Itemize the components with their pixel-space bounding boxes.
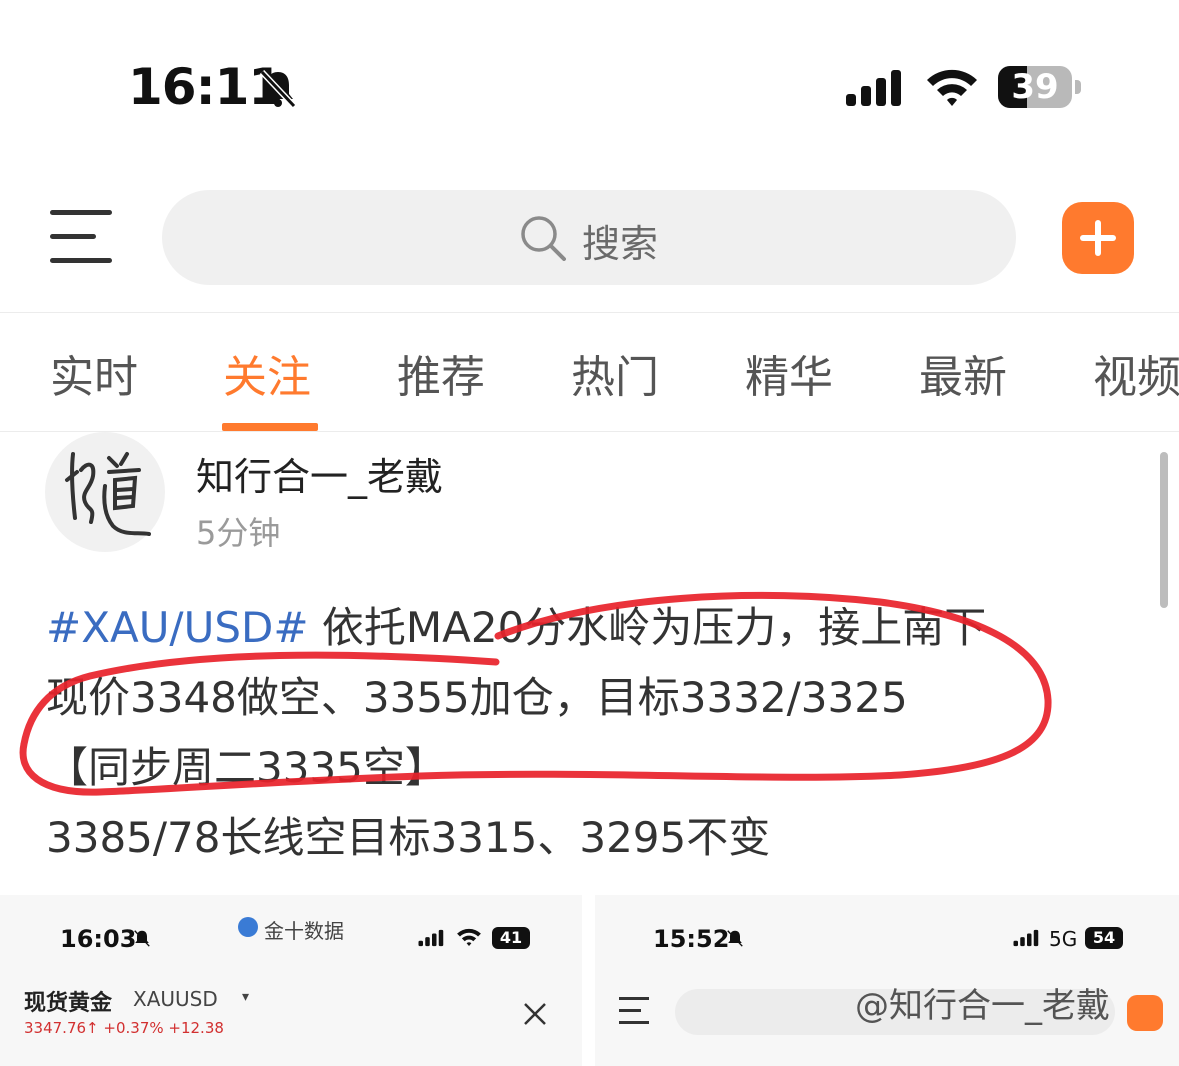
attached-image-1[interactable]: 16:03 金十数据 41 现货黄金 XAUUSD ▾ 3347.76↑ +0.… [0,895,582,1066]
tab-recommended[interactable]: 推荐 [397,341,485,405]
add-post-button[interactable] [1062,202,1134,274]
active-tab-indicator [222,423,318,431]
post-line-3: 【同步周二3335空】 [46,743,447,792]
cellular-signal-icon [418,929,444,947]
thumb-time: 15:52 [653,925,730,953]
plus-icon [1127,995,1163,1031]
cellular-signal-icon [846,70,901,106]
jin10-logo-icon [238,917,258,937]
tab-following[interactable]: 关注 [223,341,311,405]
thumb-symbol: XAUUSD [133,987,218,1011]
bell-muted-icon [134,930,150,947]
bell-muted-icon [727,930,743,947]
menu-button[interactable] [50,210,112,264]
wifi-icon [457,928,481,947]
thumb-battery: 41 [492,927,530,949]
tab-hot[interactable]: 热门 [571,341,659,405]
status-bar: 16:11 39 [0,0,1179,150]
hashtag-link[interactable]: #XAU/USD# [46,603,309,652]
tab-latest[interactable]: 最新 [919,341,1007,405]
search-placeholder: 搜索 [582,222,659,266]
tab-realtime[interactable]: 实时 [50,341,138,405]
battery-indicator: 39 [998,66,1072,108]
chevron-down-icon: ▾ [242,989,250,1005]
post-line-2: 现价3348做空、3355加仓，目标3332/3325 [46,673,908,722]
thumb-network: 5G [1049,927,1078,951]
tab-video[interactable]: 视频 [1093,341,1179,405]
tab-featured[interactable]: 精华 [745,341,833,405]
avatar[interactable] [45,432,165,552]
search-icon [521,216,566,261]
thumb-title: 现货黄金 [24,991,113,1016]
close-icon[interactable] [522,1001,548,1027]
tab-bar: 实时 关注 推荐 热门 精华 最新 视频 [0,312,1179,432]
thumb-battery: 54 [1085,927,1123,949]
author-name[interactable]: 知行合一_老戴 [196,446,443,501]
arrow-up-icon: ↑ [86,1019,99,1037]
hamburger-menu-icon [50,210,112,215]
post-line-4: 3385/78长线空目标3315、3295不变 [46,813,771,862]
battery-percent: 39 [1011,67,1059,107]
cellular-signal-icon [1013,929,1039,947]
hamburger-menu-icon [619,997,649,1025]
post-line-1: #XAU/USD# 依托MA20分水岭为压力，接上南下 [46,594,986,655]
post-line-1-text: 依托MA20分水岭为压力，接上南下 [308,603,987,652]
thumb-time: 16:03 [60,925,137,953]
bell-muted-icon [259,69,297,109]
post-time: 5分钟 [196,514,281,552]
thumb-price: 3347.76↑ +0.37% +12.38 [24,1019,224,1037]
thumb-app-name: 金十数据 [264,919,344,943]
watermark: @知行合一_老戴 [855,986,1110,1026]
wifi-icon [927,69,977,106]
scrollbar[interactable] [1160,452,1168,608]
calligraphy-logo [65,452,151,536]
battery-tip [1075,80,1081,94]
